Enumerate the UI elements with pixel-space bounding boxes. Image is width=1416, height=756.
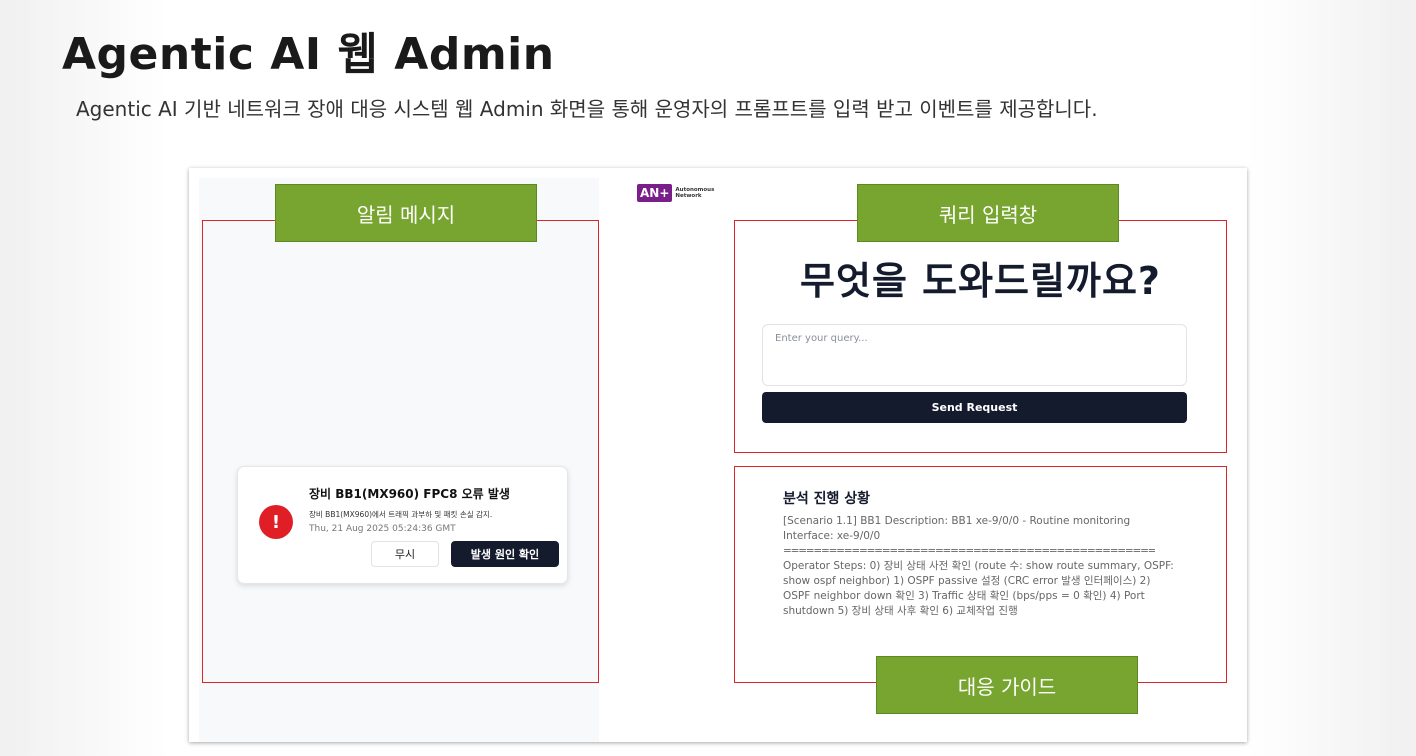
logo-mark: AN+ [637, 184, 673, 202]
logo-text: Autonomous Network [675, 187, 714, 199]
logo-text-line2: Network [675, 193, 702, 199]
query-area-highlight [734, 220, 1227, 453]
alert-area-highlight [202, 220, 599, 683]
callout-alert-messages: 알림 메시지 [275, 184, 537, 242]
callout-response-guide: 대응 가이드 [876, 656, 1138, 714]
app-logo: AN+ Autonomous Network [637, 184, 714, 202]
callout-query-input: 쿼리 입력창 [857, 184, 1119, 242]
guide-area-highlight [734, 466, 1227, 683]
slide-description: Agentic AI 기반 네트워크 장애 대응 시스템 웹 Admin 화면을… [76, 97, 1098, 121]
slide-title: Agentic AI 웹 Admin [62, 29, 555, 80]
